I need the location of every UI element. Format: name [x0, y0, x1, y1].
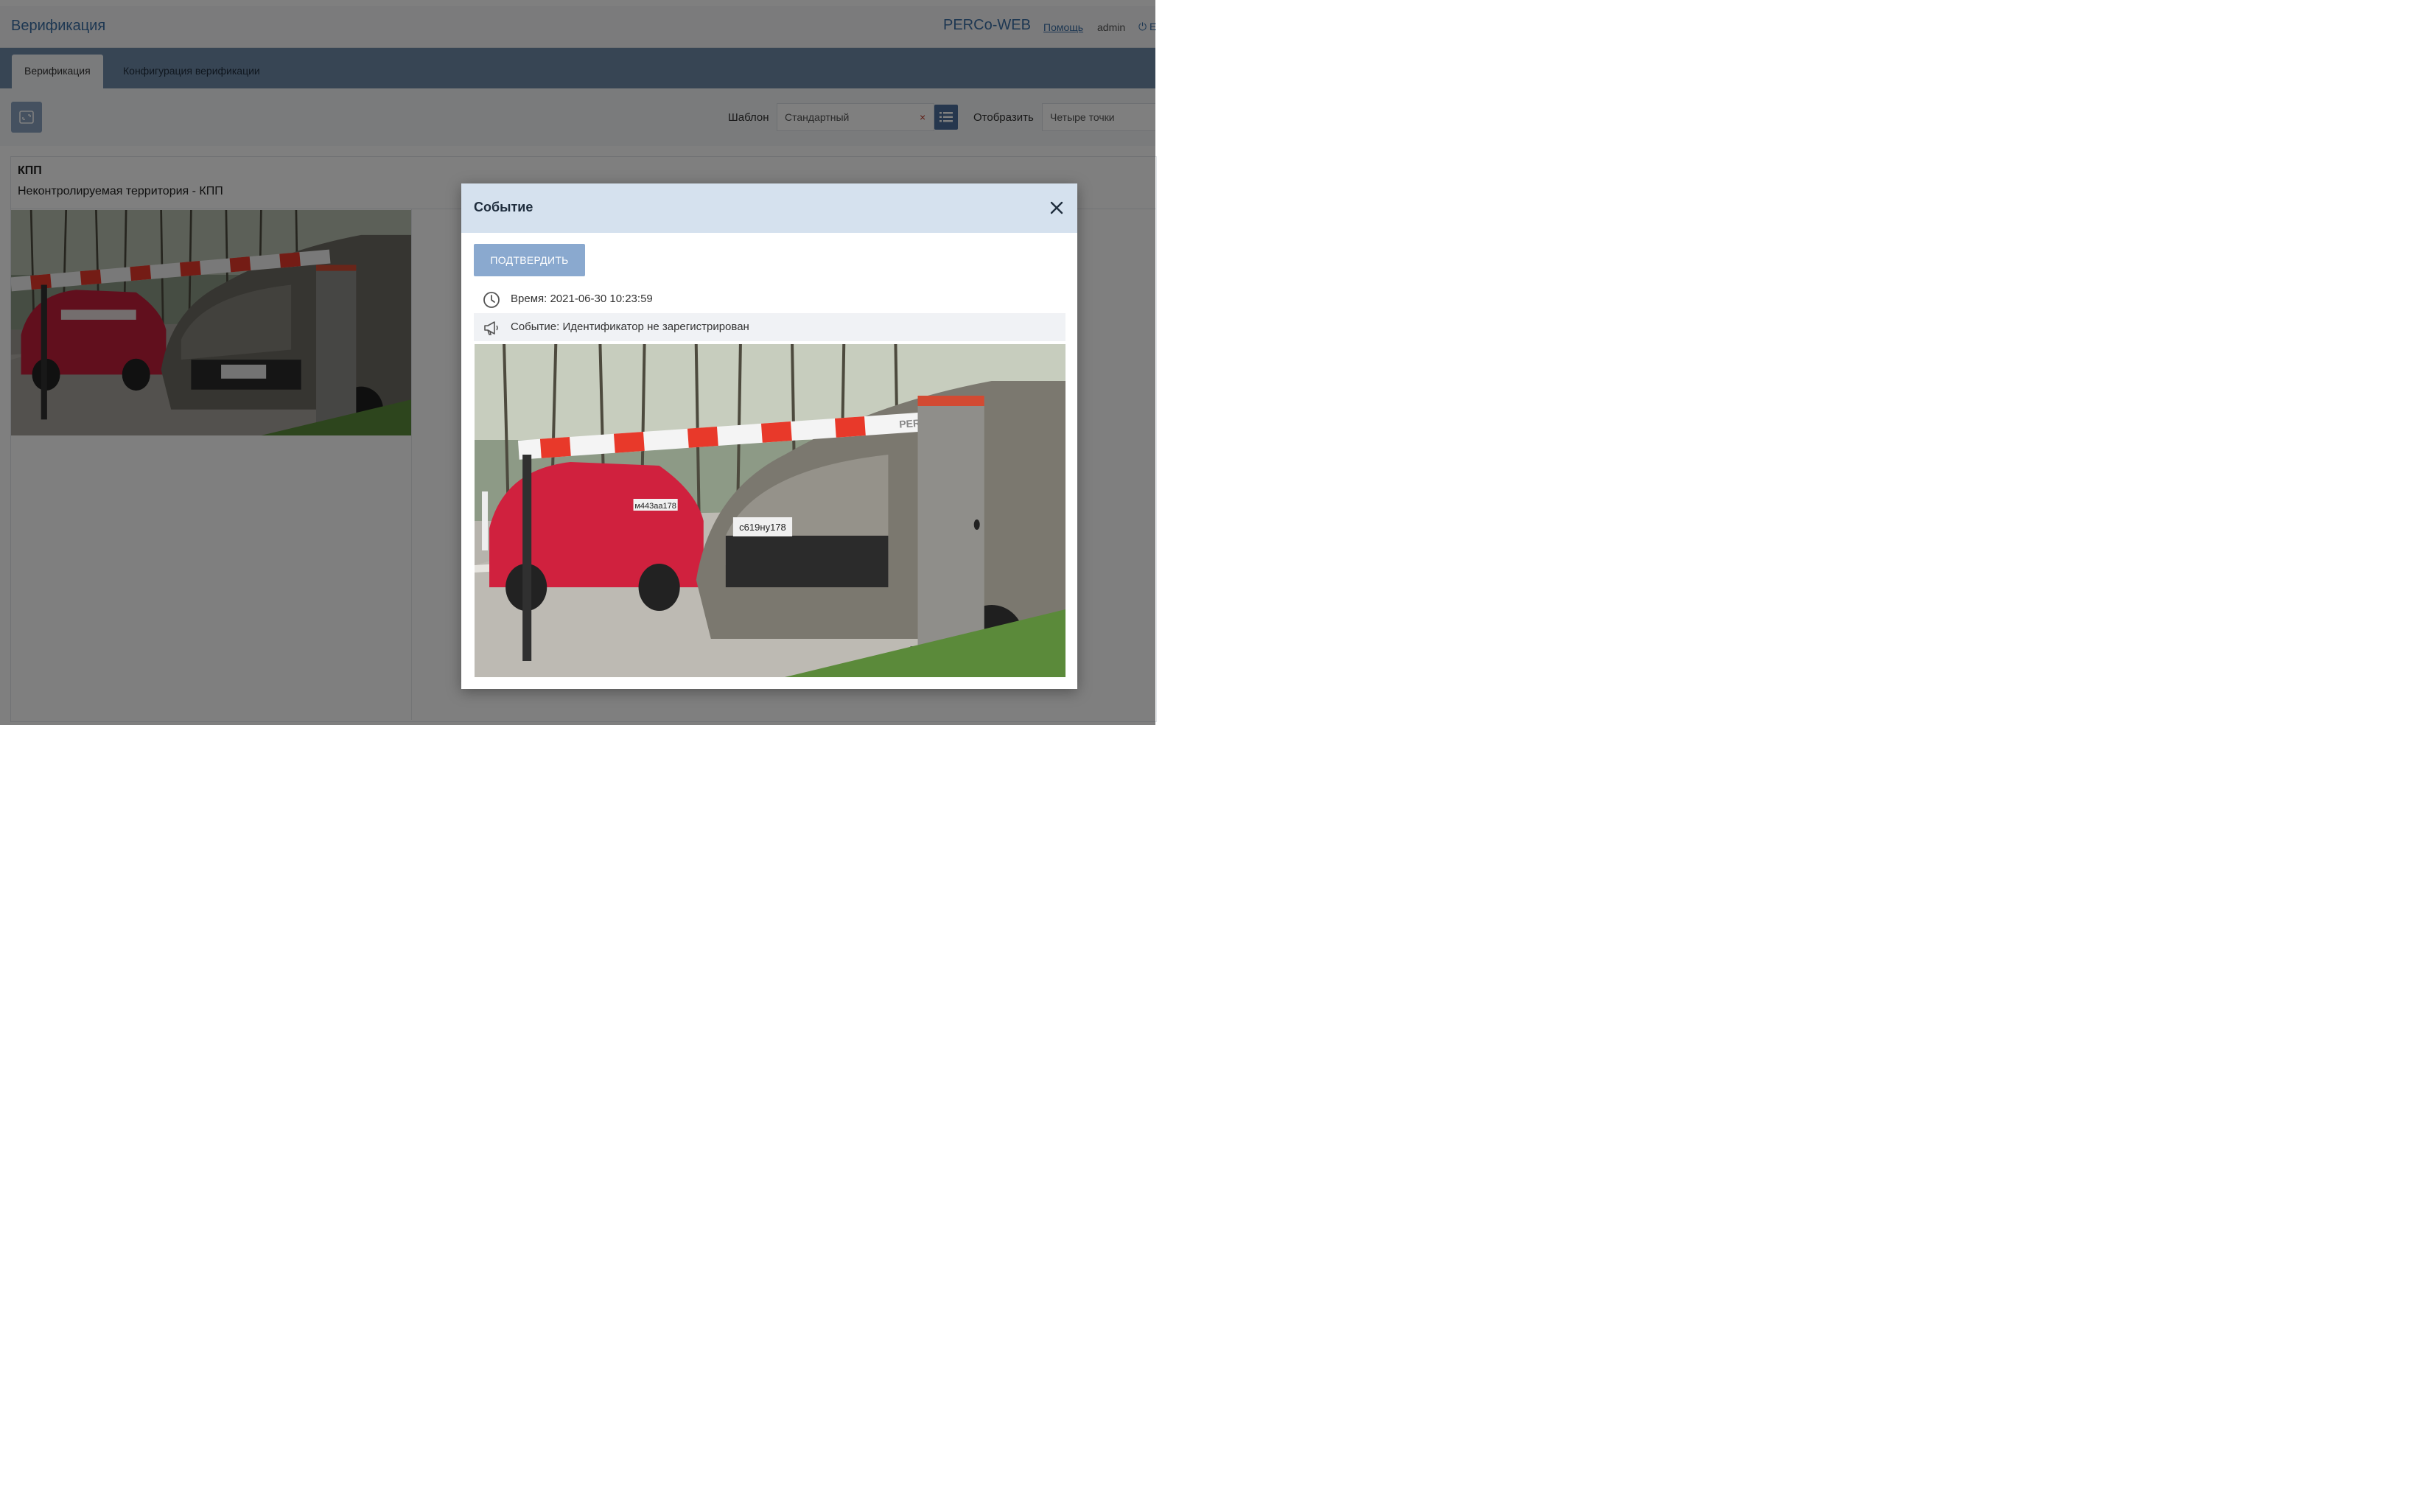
time-label: Время: [511, 293, 547, 305]
event-photo: м443аа178 с619ну178 PERCo [475, 344, 1065, 677]
parking-barrier-image-large: м443аа178 с619ну178 PERCo [475, 344, 1065, 677]
event-time-row: Время: 2021-06-30 10:23:59 [474, 285, 1065, 313]
modal-header: Событие [461, 183, 1077, 233]
plate-right: с619ну178 [739, 522, 786, 533]
event-type-text: Событие: Идентификатор не зарегистрирова… [511, 321, 749, 333]
event-label: Событие: [511, 321, 560, 333]
event-modal: Событие ПОДТВЕРДИТЬ Время: 2021-06-30 10… [461, 183, 1077, 689]
clock-icon [483, 292, 500, 308]
event-time-text: Время: 2021-06-30 10:23:59 [511, 293, 653, 305]
close-icon[interactable] [1048, 199, 1065, 217]
plate-left: м443аа178 [634, 502, 676, 511]
megaphone-icon [484, 321, 498, 335]
modal-title: Событие [474, 200, 533, 214]
confirm-button[interactable]: ПОДТВЕРДИТЬ [474, 244, 585, 276]
time-value: 2021-06-30 10:23:59 [550, 293, 653, 305]
event-type-row: Событие: Идентификатор не зарегистрирова… [474, 313, 1065, 341]
event-value: Идентификатор не зарегистрирован [562, 321, 749, 333]
